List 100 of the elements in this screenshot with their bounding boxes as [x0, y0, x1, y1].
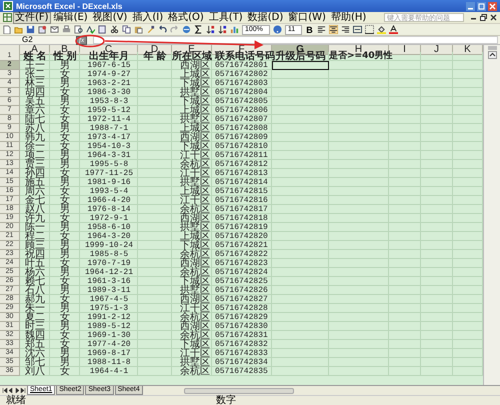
- table-cell[interactable]: 1975-1-3: [80, 304, 138, 313]
- table-cell[interactable]: 男: [50, 250, 80, 259]
- table-cell[interactable]: 05716742804: [212, 88, 272, 97]
- table-cell[interactable]: 1964-4-1: [80, 367, 138, 376]
- table-cell[interactable]: 上城区: [172, 70, 212, 79]
- table-cell[interactable]: 张二: [20, 70, 50, 79]
- table-cell[interactable]: 05716742832: [212, 340, 272, 349]
- table-cell[interactable]: 女: [50, 187, 80, 196]
- table-cell[interactable]: 05716742826: [212, 286, 272, 295]
- table-cell[interactable]: 胡四: [20, 88, 50, 97]
- table-cell[interactable]: 徐一: [20, 142, 50, 151]
- menu-item[interactable]: 数据(D): [246, 12, 286, 24]
- table-cell[interactable]: 上城区: [172, 106, 212, 115]
- table-cell[interactable]: 05716742833: [212, 349, 272, 358]
- table-cell[interactable]: 沈六: [20, 349, 50, 358]
- column-title[interactable]: 姓 名: [20, 52, 50, 61]
- maximize-icon[interactable]: [477, 2, 486, 10]
- table-cell[interactable]: 05716742815: [212, 187, 272, 196]
- table-cell[interactable]: 女: [50, 259, 80, 268]
- selected-cell[interactable]: [272, 61, 329, 70]
- table-cell[interactable]: 1954-10-3: [80, 142, 138, 151]
- table-cell[interactable]: 05716742820: [212, 232, 272, 241]
- table-cell[interactable]: 下城区: [172, 241, 212, 250]
- table-cell[interactable]: 下城区: [172, 277, 212, 286]
- table-cell[interactable]: 1959-5-12: [80, 106, 138, 115]
- table-cell[interactable]: 1986-3-30: [80, 88, 138, 97]
- table-cell[interactable]: 05716742802: [212, 70, 272, 79]
- table-cell[interactable]: 05716742809: [212, 133, 272, 142]
- table-cell[interactable]: 05716742806: [212, 106, 272, 115]
- table-cell[interactable]: 1961-3-16: [80, 277, 138, 286]
- table-cell[interactable]: 1976-8-14: [80, 205, 138, 214]
- font-color-icon[interactable]: [388, 25, 398, 34]
- table-cell[interactable]: 江干区: [172, 349, 212, 358]
- table-cell[interactable]: 江干区: [172, 304, 212, 313]
- menu-item[interactable]: 帮助(H): [328, 12, 368, 24]
- table-cell[interactable]: 拱墅区: [172, 178, 212, 187]
- table-cell[interactable]: 程二: [20, 232, 50, 241]
- table-cell[interactable]: 江干区: [172, 196, 212, 205]
- table-cell[interactable]: 05716742829: [212, 313, 272, 322]
- table-cell[interactable]: 1967-6-15: [80, 61, 138, 70]
- vertical-scrollbar[interactable]: [483, 45, 500, 385]
- table-cell[interactable]: 05716742819: [212, 223, 272, 232]
- table-cell[interactable]: 女: [50, 88, 80, 97]
- table-cell[interactable]: 时三: [20, 322, 50, 331]
- table-cell[interactable]: 1972-9-1: [80, 214, 138, 223]
- table-cell[interactable]: 男: [50, 205, 80, 214]
- table-cell[interactable]: 1974-9-27: [80, 70, 138, 79]
- table-cell[interactable]: 05716742831: [212, 331, 272, 340]
- paste-icon[interactable]: [134, 25, 143, 34]
- table-cell[interactable]: 王一: [20, 61, 50, 70]
- table-cell[interactable]: 魏四: [20, 331, 50, 340]
- table-cell[interactable]: 1970-7-19: [80, 259, 138, 268]
- table-cell[interactable]: 05716742808: [212, 124, 272, 133]
- table-cell[interactable]: 1988-7-1: [80, 124, 138, 133]
- sort-ascending-icon[interactable]: [206, 25, 215, 34]
- table-cell[interactable]: 余杭区: [172, 331, 212, 340]
- table-cell[interactable]: 余杭区: [172, 160, 212, 169]
- close-icon[interactable]: [490, 14, 497, 21]
- table-cell[interactable]: 西湖区: [172, 259, 212, 268]
- table-cell[interactable]: 女: [50, 106, 80, 115]
- table-cell[interactable]: 顾三: [20, 241, 50, 250]
- table-cell[interactable]: 女: [50, 115, 80, 124]
- table-cell[interactable]: 05716742823: [212, 259, 272, 268]
- menu-item[interactable]: 视图(V): [90, 12, 130, 24]
- table-cell[interactable]: 西湖区: [172, 61, 212, 70]
- table-cell[interactable]: 05716742814: [212, 178, 272, 187]
- table-cell[interactable]: 1989-3-11: [80, 286, 138, 295]
- table-cell[interactable]: 韩九: [20, 133, 50, 142]
- table-cell[interactable]: 郝九: [20, 295, 50, 304]
- table-cell[interactable]: 余杭区: [172, 313, 212, 322]
- table-cell[interactable]: 林三: [20, 79, 50, 88]
- table-cell[interactable]: 05716742805: [212, 97, 272, 106]
- column-title[interactable]: 所在区域: [172, 52, 212, 61]
- table-cell[interactable]: 金七: [20, 196, 50, 205]
- table-cell[interactable]: 05716742825: [212, 277, 272, 286]
- table-cell[interactable]: 男: [50, 268, 80, 277]
- table-cell[interactable]: 男: [50, 349, 80, 358]
- name-box[interactable]: G2: [2, 36, 52, 44]
- table-cell[interactable]: 1991-2-12: [80, 313, 138, 322]
- table-cell[interactable]: 05716742803: [212, 79, 272, 88]
- align-right-icon[interactable]: [340, 25, 350, 34]
- table-cell[interactable]: 施五: [20, 178, 50, 187]
- table-cell[interactable]: 1953-8-3: [80, 97, 138, 106]
- minimize-icon[interactable]: [466, 2, 475, 10]
- table-cell[interactable]: 1969-1-30: [80, 331, 138, 340]
- copy-icon[interactable]: [122, 25, 131, 34]
- table-cell[interactable]: 05716742824: [212, 268, 272, 277]
- menu-item[interactable]: 编辑(E): [52, 12, 90, 24]
- table-cell[interactable]: 女: [50, 133, 80, 142]
- merge-center-icon[interactable]: [352, 25, 362, 34]
- table-cell[interactable]: 女: [50, 313, 80, 322]
- column-header[interactable]: K: [453, 45, 483, 55]
- printer-icon[interactable]: [62, 25, 71, 34]
- table-cell[interactable]: 郑五: [20, 340, 50, 349]
- table-cell[interactable]: 女: [50, 277, 80, 286]
- table-cell[interactable]: 05716742822: [212, 250, 272, 259]
- table-cell[interactable]: 女: [50, 70, 80, 79]
- email-icon[interactable]: [50, 25, 59, 34]
- menu-item[interactable]: 格式(O): [166, 12, 206, 24]
- table-cell[interactable]: 叶五: [20, 259, 50, 268]
